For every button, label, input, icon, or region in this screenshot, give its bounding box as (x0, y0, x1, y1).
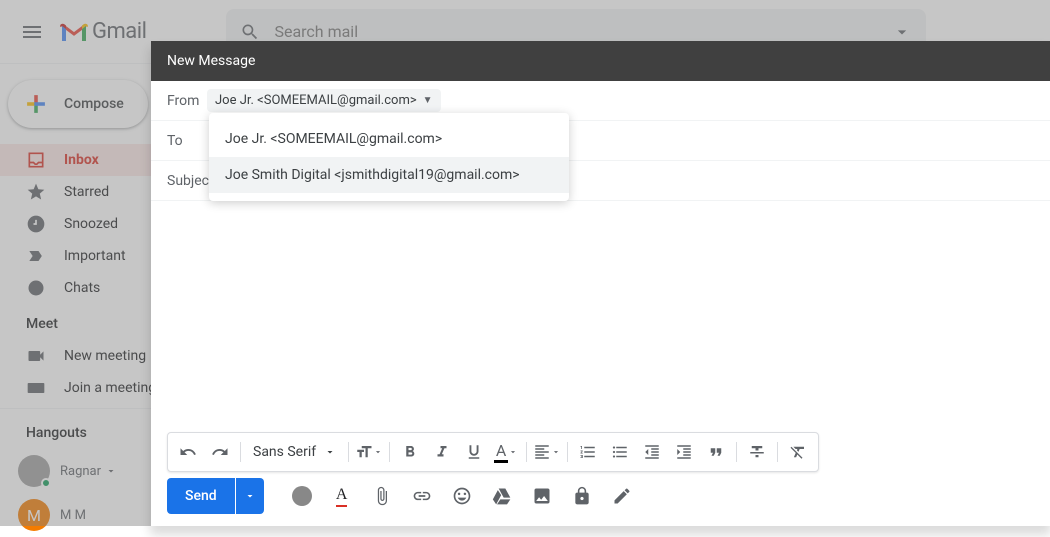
sidebar-item-label: Inbox (64, 152, 99, 168)
send-button[interactable]: Send (167, 478, 235, 514)
meet-item-label: New meeting (64, 348, 146, 364)
hamburger-icon (20, 20, 44, 44)
italic-button[interactable] (426, 436, 458, 468)
lock-clock-icon (572, 486, 592, 506)
from-option[interactable]: Joe Jr. <SOMEEMAIL@gmail.com> (209, 121, 569, 157)
paperclip-icon (372, 486, 392, 506)
sidebar-item-label: Chats (64, 280, 100, 296)
separator (389, 442, 390, 462)
indent-more-button[interactable] (668, 436, 700, 468)
keyboard-icon (26, 378, 46, 398)
font-size-button[interactable] (353, 436, 385, 468)
pen-icon (612, 486, 632, 506)
redo-button[interactable] (204, 436, 236, 468)
avatar (18, 455, 50, 487)
send-bar: Send A (167, 478, 640, 514)
image-icon (532, 486, 552, 506)
chevron-down-icon: ▼ (423, 95, 433, 106)
status-online-icon (41, 478, 51, 488)
inbox-icon (26, 150, 46, 170)
insert-drive-button[interactable] (484, 478, 520, 514)
compose-window: New Message From Joe Jr. <SOMEEMAIL@gmai… (151, 41, 1050, 526)
star-icon (26, 182, 46, 202)
compose-title: New Message (167, 53, 255, 69)
video-icon (26, 346, 46, 366)
font-selector[interactable]: Sans Serif (245, 444, 344, 460)
from-selected-text: Joe Jr. <SOMEEMAIL@gmail.com> (215, 93, 417, 108)
plus-icon (20, 88, 52, 120)
confidential-mode-button[interactable] (564, 478, 600, 514)
separator (777, 442, 778, 462)
gmail-logo[interactable]: Gmail (60, 19, 146, 44)
compose-button[interactable]: Compose (8, 80, 148, 128)
text-style-button[interactable]: A (324, 478, 360, 514)
meet-item-label: Join a meeting (64, 380, 156, 396)
attach-file-button[interactable] (364, 478, 400, 514)
contact-name: M M (60, 508, 86, 523)
indent-less-button[interactable] (636, 436, 668, 468)
numbered-list-button[interactable] (572, 436, 604, 468)
from-dropdown-menu: Joe Jr. <SOMEEMAIL@gmail.com> Joe Smith … (209, 113, 569, 201)
gmail-logo-text: Gmail (92, 19, 146, 44)
separator (736, 442, 737, 462)
text-color-button[interactable]: A (490, 436, 522, 468)
clock-icon (26, 214, 46, 234)
separator (526, 442, 527, 462)
insert-photo-button[interactable] (524, 478, 560, 514)
undo-button[interactable] (172, 436, 204, 468)
search-options-icon[interactable] (892, 22, 912, 42)
from-option[interactable]: Joe Smith Digital <jsmithdigital19@gmail… (209, 157, 569, 193)
drive-icon (492, 486, 512, 506)
avatar: M (18, 499, 50, 531)
bullet-list-button[interactable] (604, 436, 636, 468)
align-button[interactable] (531, 436, 563, 468)
insert-link-button[interactable] (404, 478, 440, 514)
sidebar-item-label: Starred (64, 184, 109, 200)
important-icon (26, 246, 46, 266)
sidebar-item-label: Snoozed (64, 216, 118, 232)
main-menu-button[interactable] (8, 8, 56, 56)
send-options-button[interactable] (236, 478, 264, 514)
compose-label: Compose (64, 96, 124, 112)
search-input[interactable] (274, 22, 892, 41)
sidebar-item-label: Important (64, 248, 126, 264)
underline-button[interactable] (458, 436, 490, 468)
to-label: To (167, 133, 207, 149)
strikethrough-button[interactable] (741, 436, 773, 468)
emoji-icon (452, 486, 472, 506)
insert-signature-button[interactable] (604, 478, 640, 514)
separator (348, 442, 349, 462)
remove-formatting-button[interactable] (782, 436, 814, 468)
separator (567, 442, 568, 462)
from-label: From (167, 93, 207, 109)
from-selector[interactable]: Joe Jr. <SOMEEMAIL@gmail.com> ▼ (207, 89, 441, 112)
subject-label: Subject (167, 173, 214, 189)
search-icon (240, 22, 260, 42)
insert-emoji-button[interactable] (444, 478, 480, 514)
format-toolbar: Sans Serif A (167, 432, 819, 472)
link-icon (412, 486, 432, 506)
formatting-toggle-button[interactable] (284, 478, 320, 514)
compose-title-bar[interactable]: New Message (151, 41, 1050, 81)
chevron-down-icon (105, 465, 117, 477)
chat-icon (26, 278, 46, 298)
quote-button[interactable] (700, 436, 732, 468)
gmail-logo-icon (60, 21, 88, 43)
bold-button[interactable] (394, 436, 426, 468)
separator (240, 442, 241, 462)
contact-name: Ragnar (60, 464, 101, 479)
